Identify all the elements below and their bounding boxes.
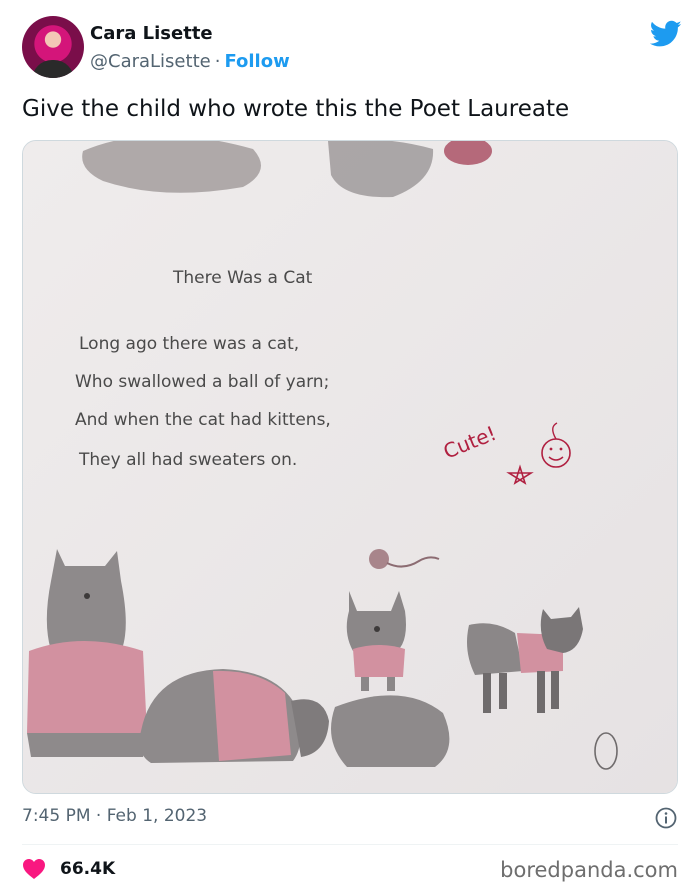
info-icon[interactable] [654,806,678,830]
likes[interactable]: 66.4K [22,856,115,882]
divider [22,844,678,845]
twitter-bird-icon[interactable] [650,20,682,48]
avatar[interactable] [22,16,84,78]
author-handle[interactable]: @CaraLisette [90,51,211,72]
follow-button[interactable]: Follow [224,51,289,72]
tweet-timestamp[interactable]: 7:45 PM · Feb 1, 2023 [22,806,207,826]
poem-title: There Was a Cat [172,268,313,288]
drawing-photo: There Was a Cat Long ago there was a cat… [23,141,677,793]
tweet-text: Give the child who wrote this the Poet L… [22,96,570,122]
tweet-header: Cara Lisette @CaraLisette · Follow [22,16,682,82]
tweet-card: Cara Lisette @CaraLisette · Follow Give th… [0,0,700,896]
poem-line-4: They all had sweaters on. [78,450,297,470]
author-name[interactable]: Cara Lisette [90,23,213,44]
avatar-shirt [32,60,74,78]
poem-line-3: And when the cat had kittens, [75,410,331,430]
tweet-media[interactable]: There Was a Cat Long ago there was a cat… [22,140,678,794]
watermark: boredpanda.com [500,858,678,882]
poem-line-2: Who swallowed a ball of yarn; [75,372,329,392]
handle-line: @CaraLisette · Follow [90,51,290,72]
likes-count: 66.4K [60,859,116,879]
heart-icon[interactable] [22,858,46,880]
poem-line-1: Long ago there was a cat, [79,334,299,354]
separator-dot: · [214,51,221,72]
